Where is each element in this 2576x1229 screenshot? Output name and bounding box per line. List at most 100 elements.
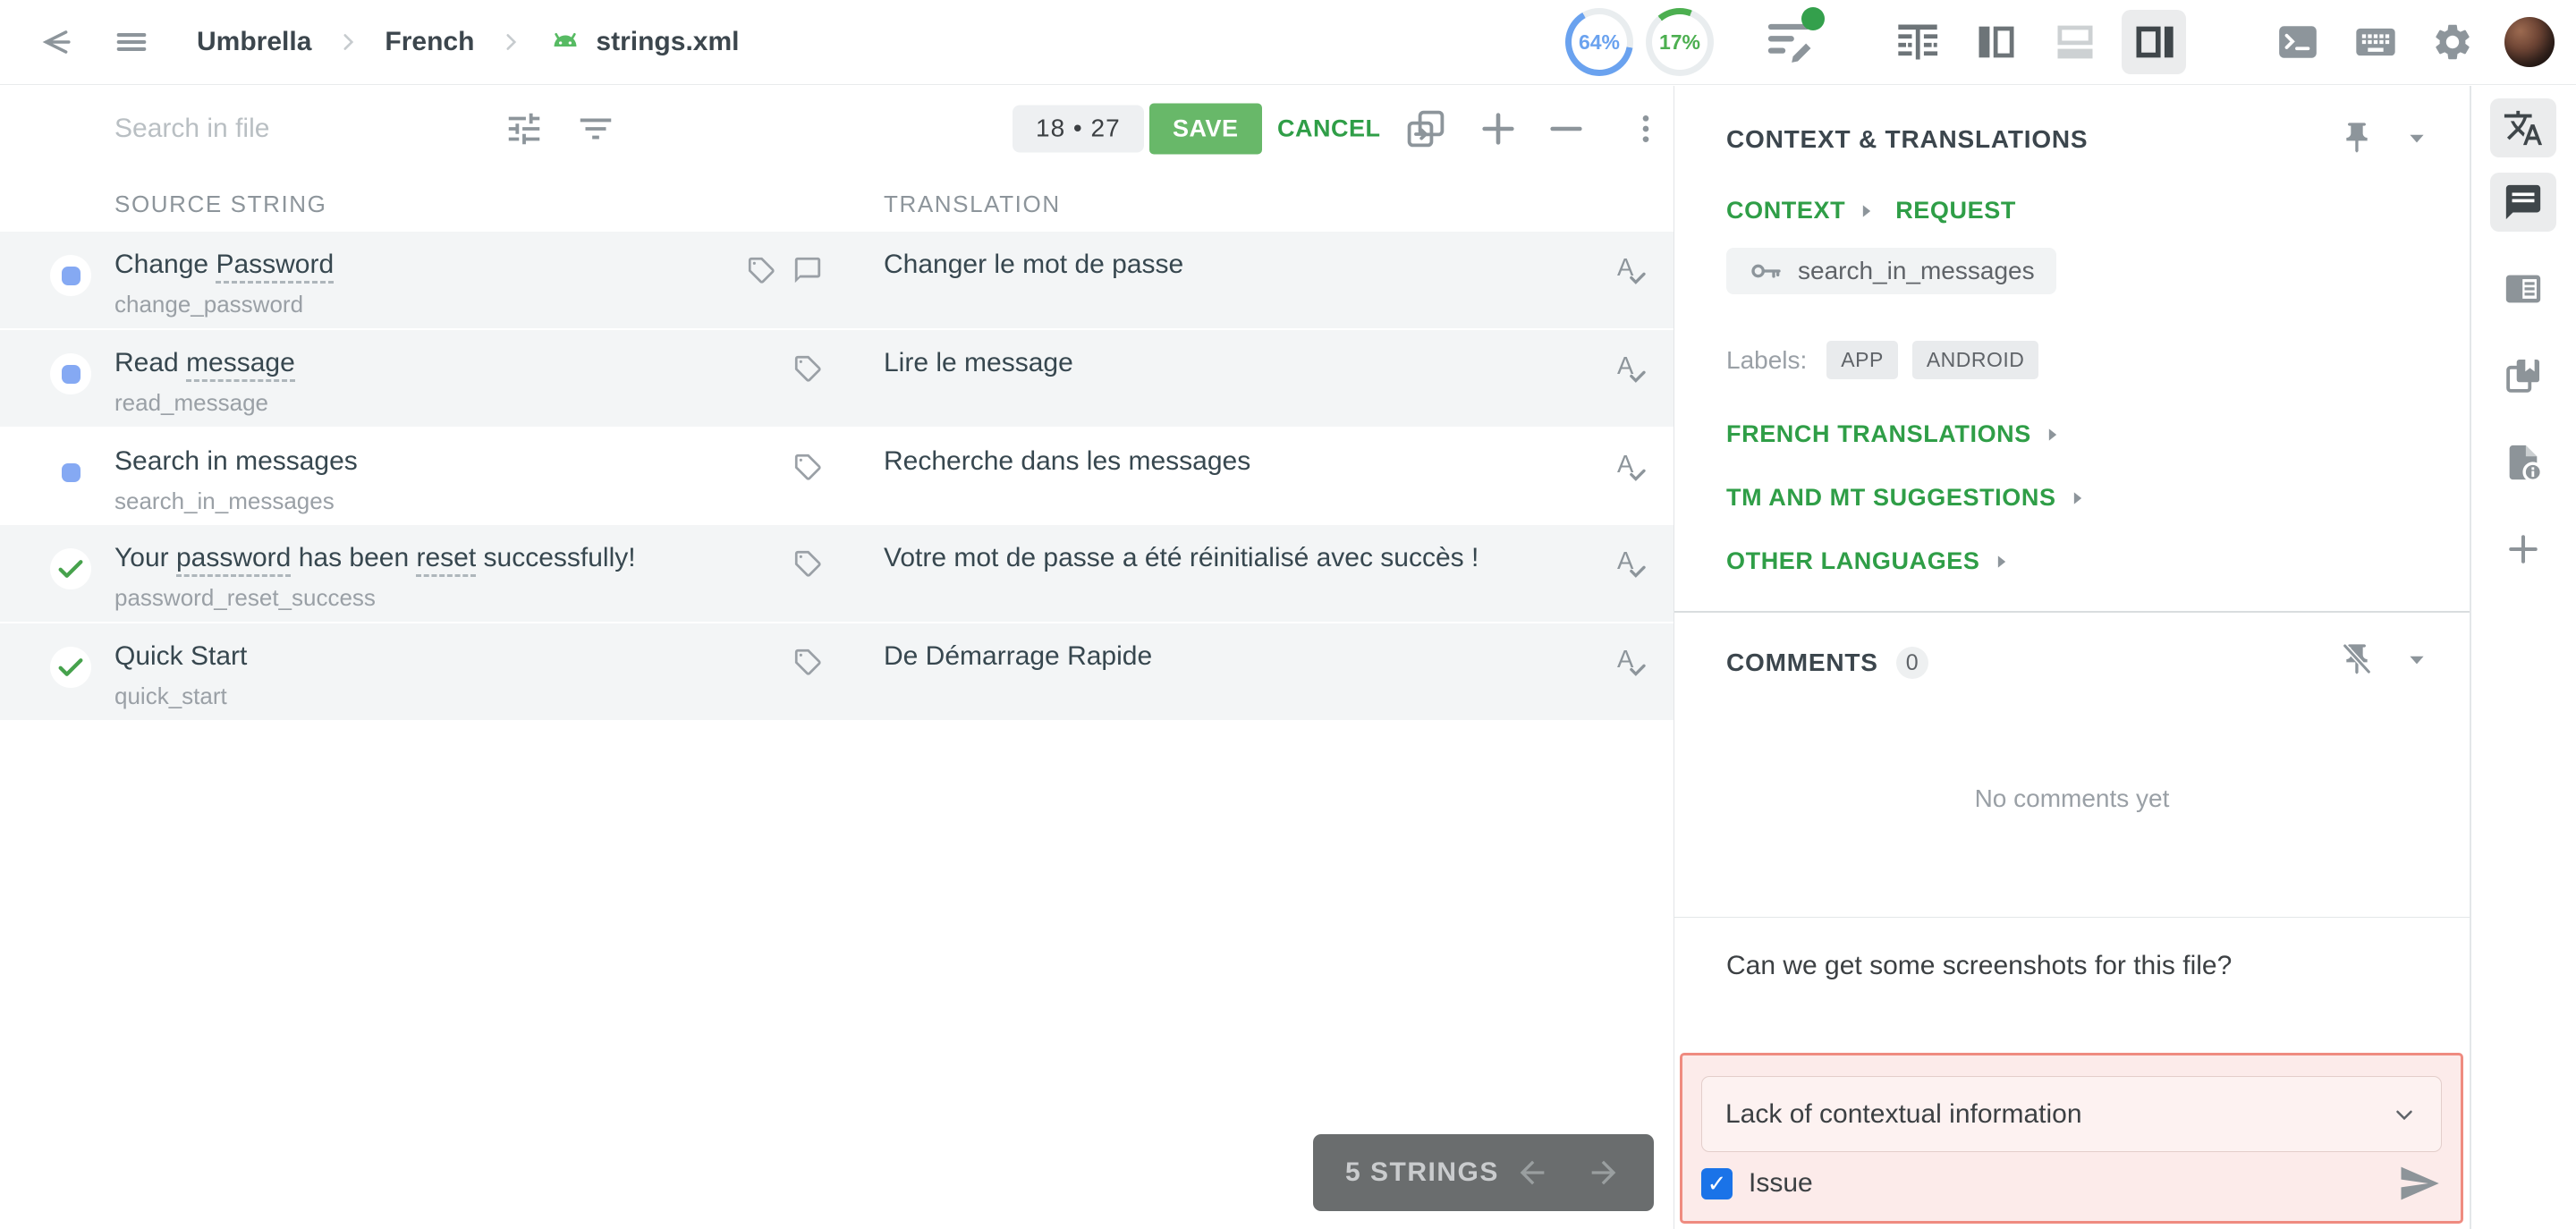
activity-edit-icon[interactable]	[1764, 7, 1825, 70]
issue-type-select[interactable]: Lack of contextual information	[1701, 1076, 2442, 1152]
string-status-cell	[0, 428, 114, 525]
translation-cell[interactable]: De Démarrage Rapide A	[848, 623, 1674, 720]
section-link-tm-and-mt-suggestions[interactable]: TM AND MT SUGGESTIONS	[1726, 484, 2470, 512]
proofread-check-icon[interactable]: A	[1613, 547, 1648, 582]
source-string-cell[interactable]: Quick Start quick_start	[114, 623, 741, 720]
tag-icon[interactable]	[792, 452, 823, 482]
terminal-icon[interactable]	[2275, 20, 2320, 64]
pager-next-icon[interactable]	[1586, 1155, 1622, 1191]
issue-checkbox[interactable]: ✓	[1701, 1167, 1733, 1199]
chevron-right-icon	[336, 30, 360, 54]
issue-checkbox-label: Issue	[1749, 1168, 1813, 1198]
tag-icon[interactable]	[792, 647, 823, 677]
translation-progress-ring[interactable]: 64%	[1565, 8, 1633, 76]
source-string-text: Search in messages	[114, 446, 358, 476]
caret-right-icon	[2069, 488, 2087, 508]
translation-cell[interactable]: Votre mot de passe a été réinitialisé av…	[848, 525, 1674, 622]
search-input[interactable]: Search in file	[114, 114, 269, 144]
panel-right-view-icon[interactable]	[2122, 10, 2186, 74]
proofread-check-icon[interactable]: A	[1613, 645, 1648, 681]
tag-icon[interactable]	[746, 255, 776, 285]
tag-icon[interactable]	[792, 353, 823, 384]
source-string-text: Change Password	[114, 248, 741, 284]
send-icon[interactable]	[2395, 1160, 2442, 1207]
view-mode-switcher	[1871, 10, 2186, 74]
save-button[interactable]: SAVE	[1149, 103, 1262, 154]
section-link-french-translations[interactable]: FRENCH TRANSLATIONS	[1726, 420, 2470, 448]
source-string-cell[interactable]: Read message read_message	[114, 330, 741, 427]
source-string-cell[interactable]: Search in messages search_in_messages	[114, 428, 741, 525]
issue-options-box: Lack of contextual information ✓ Issue	[1680, 1053, 2463, 1224]
chevron-down-icon[interactable]	[2405, 126, 2428, 149]
pin-off-icon[interactable]	[2339, 641, 2375, 677]
table-row[interactable]: Your password has been reset successfull…	[0, 525, 1674, 623]
breadcrumb-project[interactable]: Umbrella	[197, 27, 311, 57]
comment-bubble-icon[interactable]	[792, 255, 823, 285]
rail-add-icon[interactable]	[2490, 520, 2556, 579]
tune-icon[interactable]	[504, 108, 545, 149]
comments-title: COMMENTS	[1726, 648, 1878, 676]
pager-prev-icon[interactable]	[1514, 1155, 1550, 1191]
avatar[interactable]	[2504, 17, 2555, 67]
table-row[interactable]: Search in messages search_in_messages Re…	[0, 428, 1674, 525]
top-bar-right: 64% 17%	[1565, 7, 2555, 76]
pin-icon[interactable]	[2339, 120, 2375, 156]
approval-progress-ring[interactable]: 17%	[1646, 8, 1714, 76]
editor-grid-view-icon[interactable]	[1885, 10, 1950, 74]
tag-icon[interactable]	[792, 548, 823, 579]
source-string-cell[interactable]: Change Password change_password	[114, 232, 741, 328]
more-vertical-icon[interactable]	[1628, 108, 1664, 149]
issue-type-value: Lack of contextual information	[1725, 1098, 2082, 1129]
proofread-check-icon[interactable]: A	[1613, 253, 1648, 289]
breadcrumb-language[interactable]: French	[385, 27, 474, 57]
top-bar: Umbrella French strings.xml 64% 17%	[0, 0, 2576, 85]
menu-icon[interactable]	[113, 25, 150, 59]
caret-right-icon	[1993, 552, 2011, 572]
gear-icon[interactable]	[2431, 21, 2474, 64]
translation-column-header: TRANSLATION	[884, 191, 1061, 217]
rail-file-info-icon[interactable]	[2490, 433, 2556, 492]
row-icons	[741, 428, 848, 525]
section-link-other-languages[interactable]: OTHER LANGUAGES	[1726, 547, 2470, 575]
caret-right-icon	[1858, 201, 1876, 221]
string-key-pill[interactable]: search_in_messages	[1726, 248, 2056, 294]
strings-pager[interactable]: 5 STRINGS	[1313, 1134, 1654, 1211]
copy-source-icon[interactable]	[1404, 107, 1447, 150]
chevron-right-icon	[499, 30, 522, 54]
android-icon	[547, 24, 583, 60]
rail-comments-icon[interactable]	[2490, 173, 2556, 232]
rail-glossary-pages-icon[interactable]	[2490, 346, 2556, 405]
proofread-check-icon[interactable]: A	[1613, 352, 1648, 387]
context-link[interactable]: CONTEXT	[1726, 197, 1876, 225]
string-counter-badge: 18 • 27	[1013, 105, 1144, 152]
translation-cell[interactable]: Recherche dans les messages A	[848, 428, 1674, 525]
editor-toolbar: Search in file 18 • 27 SAVE CANCEL	[0, 86, 1674, 171]
translation-cell[interactable]: Changer le mot de passe A	[848, 232, 1674, 328]
rail-translate-icon[interactable]	[2490, 98, 2556, 157]
zoom-out-icon[interactable]	[1546, 108, 1587, 149]
request-context-link[interactable]: REQUEST	[1895, 197, 2016, 225]
table-row[interactable]: Read message read_message Lire le messag…	[0, 330, 1674, 428]
translation-text: Recherche dans les messages	[884, 446, 1251, 476]
back-icon[interactable]	[38, 25, 72, 59]
row-icons	[741, 330, 848, 427]
chevron-down-icon[interactable]	[2405, 648, 2428, 671]
filter-icon[interactable]	[575, 108, 616, 149]
table-row[interactable]: Change Password change_password Changer …	[0, 232, 1674, 330]
cancel-button[interactable]: CANCEL	[1277, 114, 1381, 142]
strings-table: Change Password change_password Changer …	[0, 232, 1674, 722]
source-string-text: Read message	[114, 346, 741, 382]
rail-context-card-icon[interactable]	[2490, 259, 2556, 318]
source-string-cell[interactable]: Your password has been reset successfull…	[114, 525, 741, 622]
translation-cell[interactable]: Lire le message A	[848, 330, 1674, 427]
keyboard-icon[interactable]	[2352, 19, 2399, 65]
breadcrumb-file[interactable]: strings.xml	[596, 27, 739, 57]
translation-text: De Démarrage Rapide	[884, 641, 1153, 671]
translated-status-icon	[61, 462, 80, 482]
panel-bottom-view-icon[interactable]	[2043, 10, 2107, 74]
proofread-check-icon[interactable]: A	[1613, 450, 1648, 486]
string-status-cell	[0, 525, 114, 622]
zoom-in-icon[interactable]	[1478, 108, 1519, 149]
panel-left-view-icon[interactable]	[1964, 10, 2029, 74]
table-row[interactable]: Quick Start quick_start De Démarrage Rap…	[0, 623, 1674, 722]
